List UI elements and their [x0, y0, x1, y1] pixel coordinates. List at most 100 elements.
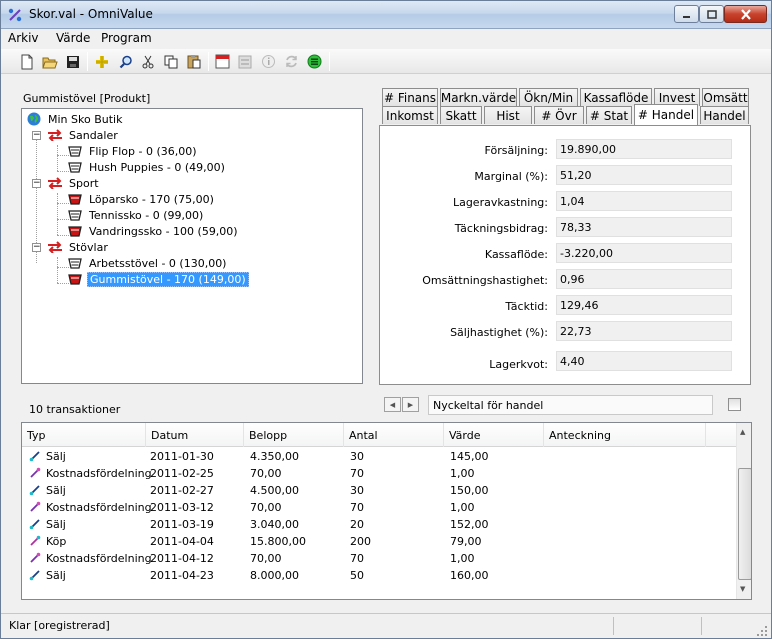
- maximize-icon: [706, 9, 717, 19]
- tree-item-label: Vandringssko - 100 (59,00): [89, 224, 238, 238]
- metric-value: 22,73: [556, 321, 732, 341]
- status-divider: [701, 617, 702, 635]
- tab-okn-min[interactable]: Ökn/Min: [519, 88, 578, 106]
- column-header-varde[interactable]: Värde: [444, 423, 544, 447]
- cell-date: 2011-04-04: [150, 535, 214, 548]
- cell-type: Kostnadsfördelning: [46, 501, 152, 514]
- cut-button[interactable]: [139, 53, 156, 70]
- title-bar[interactable]: Skor.val - OmniValue: [1, 1, 771, 29]
- table-row[interactable]: Köp 2011-04-04 15.800,00 200 79,00: [22, 533, 736, 550]
- metric-label: Kassaflöde:: [484, 248, 548, 261]
- column-header-anteckning[interactable]: Anteckning: [544, 423, 706, 447]
- table-row[interactable]: Kostnadsfördelning 2011-02-25 70,00 70 1,00: [22, 465, 736, 482]
- cost-icon: [29, 552, 41, 564]
- tree-group-stovlar[interactable]: Stövlar: [47, 239, 110, 255]
- tab-inkomst[interactable]: Inkomst: [382, 106, 438, 124]
- cell-value: 152,00: [450, 518, 489, 531]
- tab-handel[interactable]: Handel: [700, 106, 749, 124]
- menu-program[interactable]: Program: [101, 31, 152, 45]
- tab-stat[interactable]: # Stat: [586, 106, 632, 124]
- tree-root[interactable]: Min Sko Butik: [26, 111, 124, 127]
- table-row[interactable]: Kostnadsfördelning 2011-03-12 70,00 70 1,00: [22, 499, 736, 516]
- open-folder-button[interactable]: [41, 53, 58, 70]
- calendar-button[interactable]: [214, 53, 231, 70]
- new-file-button[interactable]: [18, 53, 35, 70]
- column-header-antal[interactable]: Antal: [344, 423, 444, 447]
- metric-value: 78,33: [556, 217, 732, 237]
- cell-amount: 70,00: [250, 552, 282, 565]
- metric-label: Lagerkvot:: [489, 358, 548, 371]
- app-logo-icon: [8, 8, 22, 22]
- tree-group-sandaler[interactable]: Sandaler: [47, 127, 120, 143]
- tab-hist[interactable]: Hist: [484, 106, 532, 124]
- tab-finans[interactable]: # Finans: [382, 88, 438, 106]
- scrollbar-thumb[interactable]: [738, 468, 751, 580]
- transactions-list[interactable]: Typ Datum Belopp Antal Värde Anteckning …: [21, 422, 752, 600]
- cell-value: 150,00: [450, 484, 489, 497]
- list-button[interactable]: [306, 53, 323, 70]
- menu-arkiv[interactable]: Arkiv: [8, 31, 39, 45]
- table-row[interactable]: Sälj 2011-04-23 8.000,00 50 160,00: [22, 567, 736, 584]
- info-icon: [262, 55, 275, 68]
- cell-amount: 70,00: [250, 467, 282, 480]
- expand-sport-toggle[interactable]: −: [32, 179, 41, 188]
- tree-item[interactable]: Tennissko - 0 (99,00): [67, 207, 205, 223]
- tab-handel-active[interactable]: # Handel: [634, 104, 698, 125]
- tab-marknvarde[interactable]: Markn.värde: [440, 88, 517, 106]
- cell-date: 2011-04-23: [150, 569, 214, 582]
- tree-item[interactable]: Löparsko - 170 (75,00): [67, 191, 216, 207]
- globe-icon: [26, 111, 42, 127]
- paste-button[interactable]: [185, 53, 202, 70]
- refresh-icon: [286, 55, 297, 68]
- metric-label: Täcktid:: [505, 300, 548, 313]
- maximize-button[interactable]: [699, 5, 724, 23]
- cell-value: 79,00: [450, 535, 482, 548]
- tree-item-selected[interactable]: Gummistövel - 170 (149,00): [67, 271, 249, 287]
- resize-grip-icon[interactable]: [757, 626, 768, 637]
- table-row[interactable]: Kostnadsfördelning 2011-04-12 70,00 70 1,00: [22, 550, 736, 567]
- menu-varde[interactable]: Värde: [56, 31, 90, 45]
- cost-icon: [29, 467, 41, 479]
- column-header-datum[interactable]: Datum: [146, 423, 244, 447]
- tree-item[interactable]: Hush Puppies - 0 (49,00): [67, 159, 227, 175]
- scroll-up-icon[interactable]: ▲: [740, 428, 745, 436]
- open-folder-icon: [41, 57, 58, 68]
- close-button[interactable]: [724, 5, 767, 23]
- column-header-typ[interactable]: Typ: [22, 423, 146, 447]
- search-icon: [119, 55, 132, 68]
- table-row[interactable]: Sälj 2011-01-30 4.350,00 30 145,00: [22, 448, 736, 465]
- metric-caption-field: Nyckeltal för handel: [428, 395, 713, 415]
- tree-item[interactable]: Flip Flop - 0 (36,00): [67, 143, 199, 159]
- toolbar: [1, 49, 771, 74]
- scroll-down-icon[interactable]: ▼: [740, 585, 745, 593]
- refresh-button: [283, 53, 300, 70]
- save-button[interactable]: [64, 53, 81, 70]
- tab-omsatt[interactable]: Omsätt: [702, 88, 749, 106]
- prev-metric-button[interactable]: ◀: [384, 397, 401, 412]
- tree-item[interactable]: Arbetsstövel - 0 (130,00): [67, 255, 228, 271]
- copy-button[interactable]: [162, 53, 179, 70]
- tree-item[interactable]: Vandringssko - 100 (59,00): [67, 223, 240, 239]
- swap-arrows-icon: [47, 127, 63, 143]
- minimize-button[interactable]: [674, 5, 699, 23]
- cell-date: 2011-03-19: [150, 518, 214, 531]
- vertical-scrollbar[interactable]: ▲ ▼: [736, 423, 751, 599]
- tab-ovr[interactable]: # Övr: [534, 106, 584, 124]
- tree-group-sport[interactable]: Sport: [47, 175, 101, 191]
- tab-skatt[interactable]: Skatt: [440, 106, 482, 124]
- cell-qty: 30: [350, 450, 364, 463]
- table-row[interactable]: Sälj 2011-02-27 4.500,00 30 150,00: [22, 482, 736, 499]
- add-button[interactable]: [93, 53, 110, 70]
- next-metric-button[interactable]: ▶: [402, 397, 419, 412]
- column-header-belopp[interactable]: Belopp: [244, 423, 344, 447]
- tree-item-label: Arbetsstövel - 0 (130,00): [89, 256, 227, 270]
- expand-sandaler-toggle[interactable]: −: [32, 131, 41, 140]
- metric-checkbox[interactable]: [728, 398, 741, 411]
- cell-amount: 4.500,00: [250, 484, 299, 497]
- expand-stovlar-toggle[interactable]: −: [32, 243, 41, 252]
- product-tree[interactable]: Min Sko Butik − Sandaler Flip Flop - 0 (…: [21, 108, 363, 384]
- minimize-icon: [683, 15, 690, 18]
- cell-date: 2011-02-27: [150, 484, 214, 497]
- search-button[interactable]: [117, 53, 134, 70]
- table-row[interactable]: Sälj 2011-03-19 3.040,00 20 152,00: [22, 516, 736, 533]
